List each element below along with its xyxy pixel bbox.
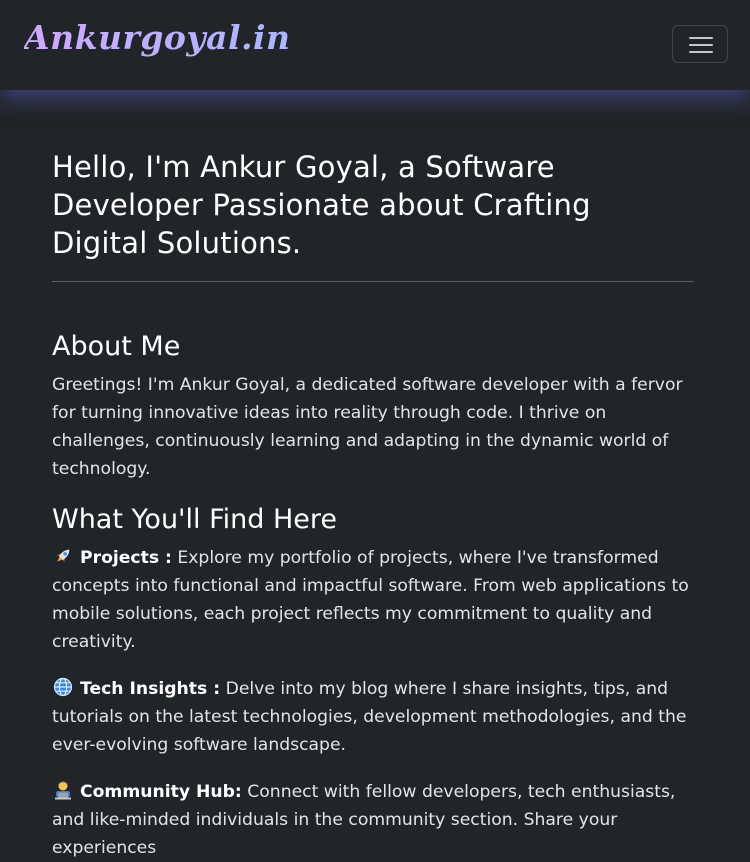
hamburger-icon — [689, 44, 713, 46]
list-item-tech-insights: Tech Insights : Delve into my blog where… — [52, 675, 694, 759]
navbar: Ankurgoyal.in — [0, 0, 750, 90]
list-item-projects: Projects : Explore my portfolio of proje… — [52, 544, 694, 656]
find-here-heading: What You'll Find Here — [52, 504, 338, 535]
navbar-toggle-button[interactable] — [672, 25, 728, 63]
find-here-section: What You'll Find Here Projects : Explore… — [52, 503, 694, 862]
item-title: Tech Insights : — [80, 679, 221, 699]
brand-logo[interactable]: Ankurgoyal.in — [24, 18, 291, 57]
hero-title: Hello, I'm Ankur Goyal, a Software Devel… — [52, 150, 591, 260]
about-text: Greetings! I'm Ankur Goyal, a dedicated … — [52, 375, 683, 479]
item-title: Projects : — [80, 548, 172, 568]
hamburger-icon — [689, 37, 713, 39]
rocket-icon — [56, 549, 70, 563]
globe-icon — [53, 677, 73, 697]
main-content: Hello, I'm Ankur Goyal, a Software Devel… — [52, 90, 694, 862]
technologist-icon — [55, 781, 71, 800]
item-title: Community Hub: — [80, 782, 242, 802]
list-item-community-hub: Community Hub: Connect with fellow devel… — [52, 778, 694, 862]
about-heading: About Me — [52, 331, 181, 362]
hamburger-icon — [689, 51, 713, 53]
about-section: About Me Greetings! I'm Ankur Goyal, a d… — [52, 330, 694, 483]
divider — [52, 281, 694, 282]
